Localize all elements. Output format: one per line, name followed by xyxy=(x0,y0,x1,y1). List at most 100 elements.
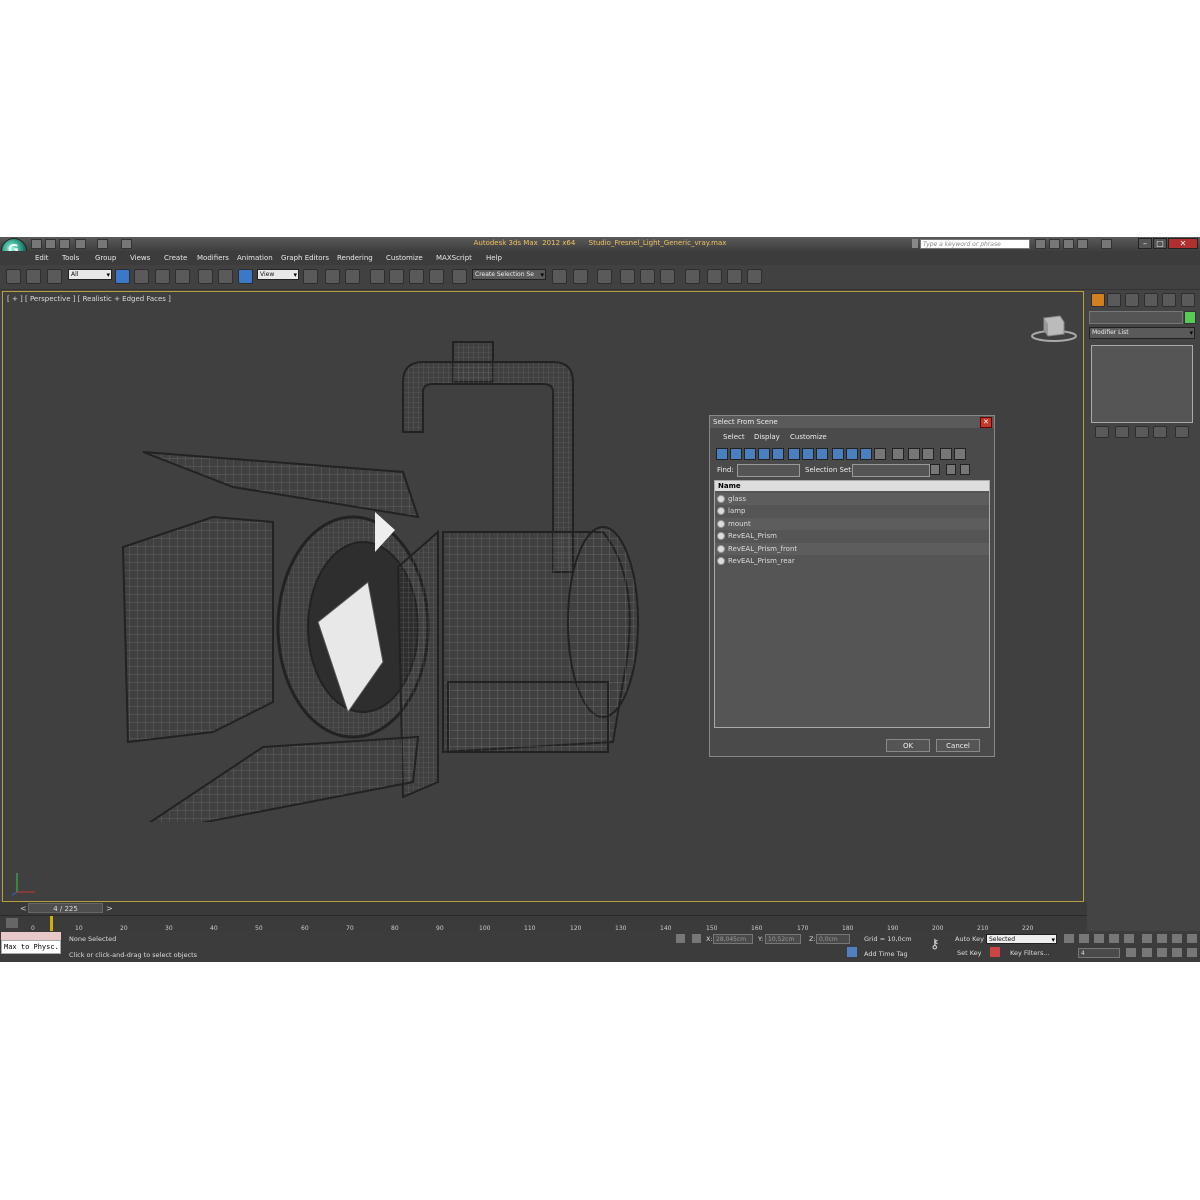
mini-curve-editor-icon[interactable] xyxy=(6,918,18,928)
list-item[interactable]: glass xyxy=(715,493,989,505)
filter-icon[interactable] xyxy=(940,448,952,460)
display-hidden-icon[interactable] xyxy=(874,448,886,460)
fresnel-light-wireframe[interactable] xyxy=(113,322,653,822)
motion-tab-icon[interactable] xyxy=(1144,293,1158,307)
set-key-icon[interactable] xyxy=(990,947,1000,957)
dialog-menu-display[interactable]: Display xyxy=(754,433,780,441)
open-file-icon[interactable] xyxy=(45,239,56,249)
mirror-icon[interactable] xyxy=(552,269,567,284)
modifier-list-dropdown[interactable]: Modifier List xyxy=(1089,327,1195,339)
list-item[interactable]: lamp xyxy=(715,505,989,517)
display-frozen-icon[interactable] xyxy=(860,448,872,460)
name-column-header[interactable]: Name xyxy=(715,481,989,491)
dialog-menu-customize[interactable]: Customize xyxy=(790,433,827,441)
menu-create[interactable]: Create xyxy=(164,254,187,262)
close-button[interactable]: ✕ xyxy=(1168,238,1198,249)
unlink-icon[interactable] xyxy=(26,269,41,284)
pivot-center-icon[interactable] xyxy=(303,269,318,284)
render-production-icon[interactable] xyxy=(747,269,762,284)
project-folder-icon[interactable] xyxy=(121,239,132,249)
display-xrefs-icon[interactable] xyxy=(816,448,828,460)
absolute-mode-icon[interactable] xyxy=(692,934,701,943)
maximize-viewport-icon[interactable] xyxy=(1187,948,1197,957)
next-frame-icon[interactable] xyxy=(1109,934,1119,943)
favorites-icon[interactable] xyxy=(1077,239,1088,249)
orbit-icon[interactable] xyxy=(1172,948,1182,957)
time-slider-thumb[interactable]: 4 / 225 xyxy=(28,903,103,913)
dialog-title-bar[interactable]: Select From Scene ✕ xyxy=(710,416,994,428)
reference-coordinate-dropdown[interactable]: View xyxy=(257,269,299,280)
create-tab-icon[interactable] xyxy=(1091,293,1105,307)
menu-tools[interactable]: Tools xyxy=(62,254,79,262)
material-editor-icon[interactable] xyxy=(685,269,700,284)
menu-rendering[interactable]: Rendering xyxy=(337,254,373,262)
display-bones-icon[interactable] xyxy=(832,448,844,460)
remove-modifier-icon[interactable] xyxy=(1153,426,1167,438)
angle-snap-icon[interactable] xyxy=(389,269,404,284)
menu-views[interactable]: Views xyxy=(130,254,150,262)
set-key-button[interactable]: Set Key xyxy=(957,949,982,957)
list-item[interactable]: mount xyxy=(715,518,989,530)
communication-icon[interactable] xyxy=(1063,239,1074,249)
menu-customize[interactable]: Customize xyxy=(386,254,423,262)
undo-icon[interactable] xyxy=(75,239,86,249)
field-of-view-icon[interactable] xyxy=(1142,948,1152,957)
zoom-all-icon[interactable] xyxy=(1157,934,1167,943)
render-setup-icon[interactable] xyxy=(707,269,722,284)
select-none-icon[interactable] xyxy=(908,448,920,460)
display-containers-icon[interactable] xyxy=(846,448,858,460)
maxscript-listener[interactable]: Max to Physc. xyxy=(1,940,61,954)
dialog-menu-select[interactable]: Select xyxy=(723,433,745,441)
maxscript-output[interactable] xyxy=(1,932,61,940)
maximize-button[interactable]: □ xyxy=(1153,238,1167,249)
minimize-button[interactable]: – xyxy=(1138,238,1152,249)
zoom-icon[interactable] xyxy=(1142,934,1152,943)
list-item[interactable]: RevEAL_Prism_front xyxy=(715,543,989,555)
display-space-warps-icon[interactable] xyxy=(788,448,800,460)
key-mode-dropdown[interactable]: Selected xyxy=(986,934,1057,945)
layer-manager-icon[interactable] xyxy=(597,269,612,284)
key-filters-button[interactable]: Key Filters... xyxy=(1010,949,1050,957)
rectangular-selection-icon[interactable] xyxy=(155,269,170,284)
configure-modifier-sets-icon[interactable] xyxy=(1175,426,1189,438)
add-time-tag[interactable]: Add Time Tag xyxy=(864,950,908,958)
snaps-toggle-icon[interactable] xyxy=(370,269,385,284)
select-all-icon[interactable] xyxy=(892,448,904,460)
named-selection-dropdown[interactable]: Create Selection Se xyxy=(472,269,546,280)
y-coordinate-field[interactable]: 10,52cm xyxy=(765,934,801,944)
window-crossing-icon[interactable] xyxy=(175,269,190,284)
menu-group[interactable]: Group xyxy=(95,254,116,262)
link-icon[interactable] xyxy=(6,269,21,284)
select-invert-icon[interactable] xyxy=(922,448,934,460)
show-end-result-icon[interactable] xyxy=(1115,426,1129,438)
display-shapes-icon[interactable] xyxy=(730,448,742,460)
menu-edit[interactable]: Edit xyxy=(35,254,49,262)
menu-graph-editors[interactable]: Graph Editors xyxy=(281,254,329,262)
new-file-icon[interactable] xyxy=(31,239,42,249)
rotate-icon[interactable] xyxy=(218,269,233,284)
key-icon[interactable]: ⚷ xyxy=(930,937,940,952)
delete-selection-set-icon[interactable] xyxy=(960,464,970,475)
percent-snap-icon[interactable] xyxy=(409,269,424,284)
keyboard-shortcut-icon[interactable] xyxy=(345,269,360,284)
hierarchy-tab-icon[interactable] xyxy=(1125,293,1139,307)
viewport-label[interactable]: [ + ] [ Perspective ] [ Realistic + Edge… xyxy=(7,295,171,303)
select-by-name-icon[interactable] xyxy=(134,269,149,284)
binoculars-icon[interactable] xyxy=(1035,239,1046,249)
modify-tab-icon[interactable] xyxy=(1107,293,1121,307)
x-coordinate-field[interactable]: 28,045cm xyxy=(713,934,753,944)
align-icon[interactable] xyxy=(573,269,588,284)
ok-button[interactable]: OK xyxy=(886,739,930,752)
rendered-frame-window-icon[interactable] xyxy=(727,269,742,284)
object-name-field[interactable] xyxy=(1089,311,1183,324)
pan-view-icon[interactable] xyxy=(1157,948,1167,957)
time-configuration-icon[interactable] xyxy=(1126,948,1136,957)
pin-stack-icon[interactable] xyxy=(1095,426,1109,438)
selection-set-dropdown[interactable] xyxy=(852,464,930,477)
auto-key-button[interactable]: Auto Key xyxy=(955,935,984,943)
selection-filter-dropdown[interactable]: All xyxy=(68,269,112,280)
find-input[interactable] xyxy=(737,464,800,477)
select-manipulate-icon[interactable] xyxy=(325,269,340,284)
dialog-close-button[interactable]: ✕ xyxy=(980,417,992,428)
graphite-tools-icon[interactable] xyxy=(620,269,635,284)
